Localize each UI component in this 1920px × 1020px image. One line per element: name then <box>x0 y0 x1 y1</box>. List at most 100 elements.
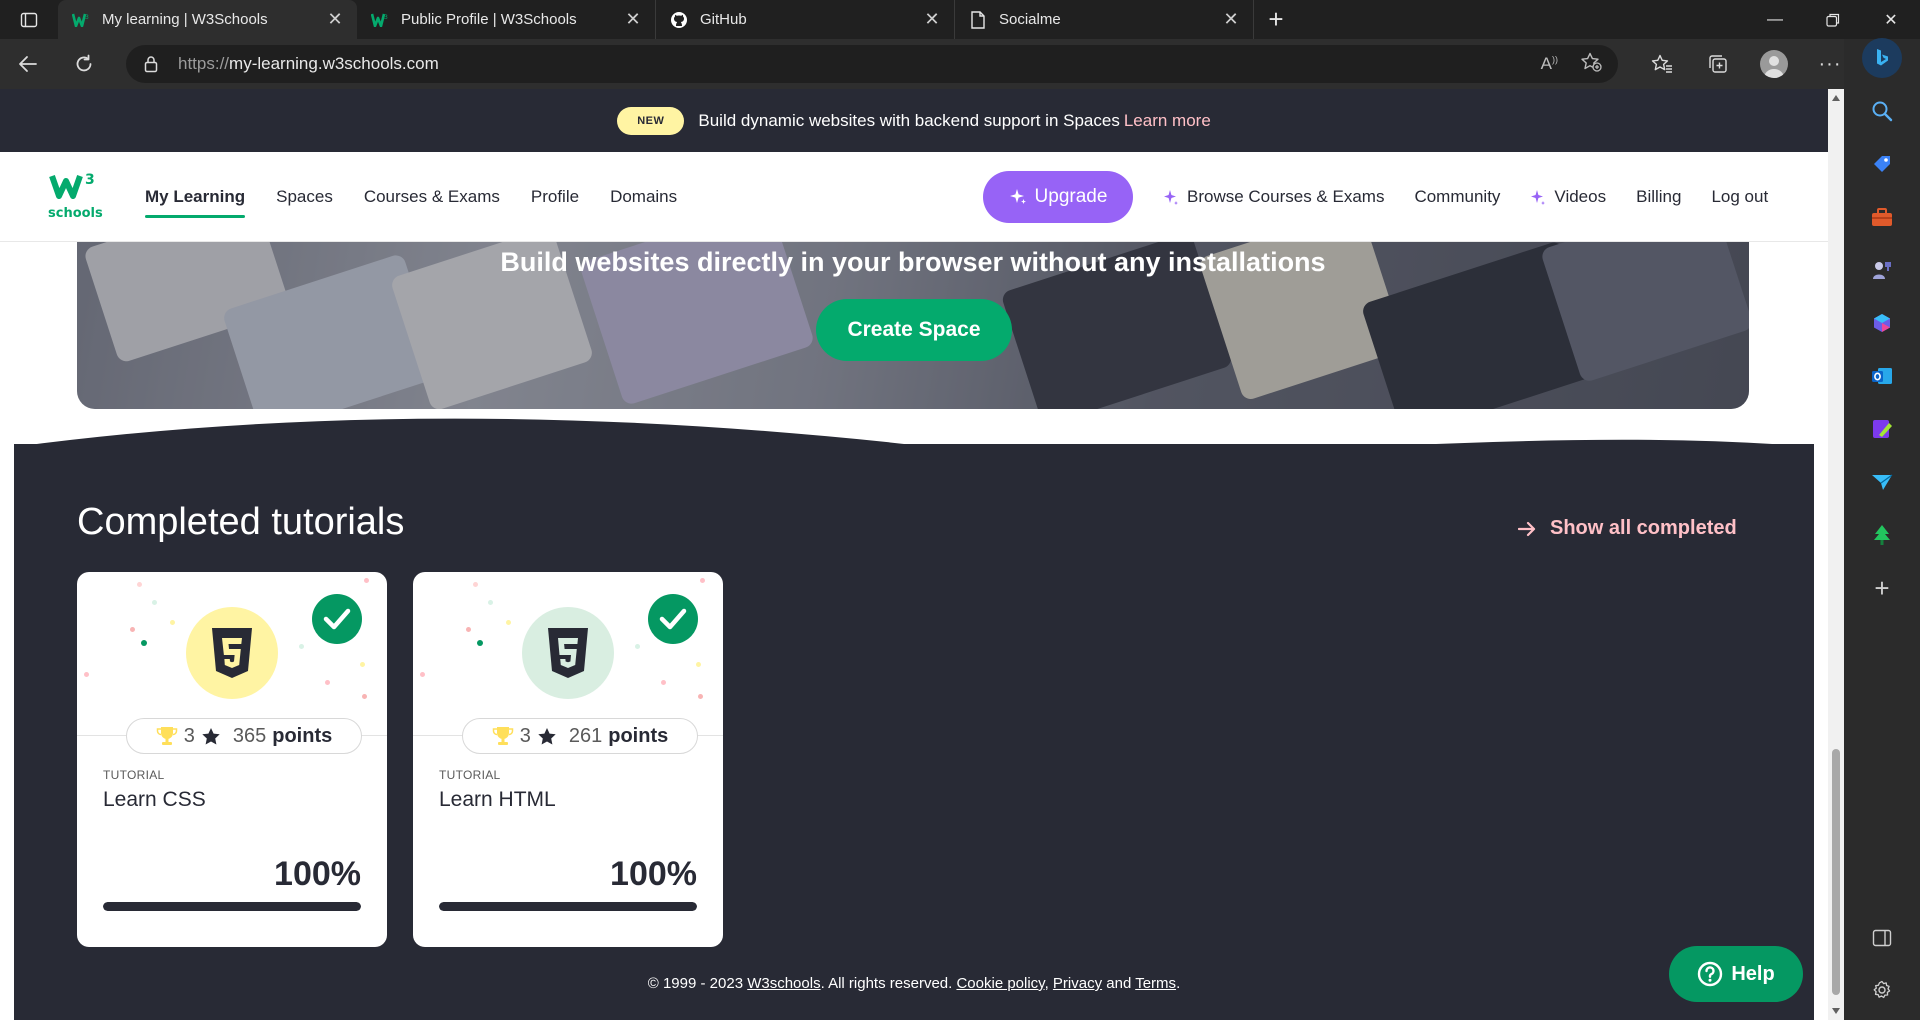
close-window-icon[interactable]: ✕ <box>1862 0 1920 39</box>
w3schools-icon: 3 <box>371 11 389 29</box>
card-type-label: TUTORIAL <box>103 768 165 782</box>
rights-text: . All rights reserved. <box>820 975 953 992</box>
points-label: points <box>272 724 333 747</box>
close-tab-icon[interactable]: ✕ <box>623 9 643 30</box>
tools-icon[interactable] <box>1862 197 1902 237</box>
confetti-dot <box>364 578 369 583</box>
tutorial-card-css[interactable]: 3 365 points TUTORIAL Learn CSS 100% <box>77 572 387 947</box>
tutorial-name: Learn HTML <box>439 788 556 811</box>
help-button[interactable]: Help <box>1669 946 1803 1002</box>
settings-gear-icon[interactable] <box>1864 972 1900 1008</box>
collections-icon[interactable] <box>1690 39 1746 89</box>
show-all-completed-link[interactable]: Show all completed <box>1518 517 1737 540</box>
cookie-policy-link[interactable]: Cookie policy <box>956 975 1044 992</box>
confetti-dot <box>137 582 142 587</box>
minimize-icon[interactable]: — <box>1746 0 1804 39</box>
nav-courses-exams[interactable]: Courses & Exams <box>364 152 500 242</box>
add-favorite-icon[interactable] <box>1580 52 1602 77</box>
browser-right-tools: ··· <box>1634 39 1858 89</box>
trophy-count: 3 <box>183 724 195 747</box>
favorites-icon[interactable] <box>1634 39 1690 89</box>
upgrade-button[interactable]: Upgrade <box>983 171 1133 223</box>
privacy-link[interactable]: Privacy <box>1053 975 1102 992</box>
logo-superscript: 3 <box>85 172 95 188</box>
games-icon[interactable] <box>1862 250 1902 290</box>
arrow-right-icon <box>1518 521 1536 536</box>
trophy-icon <box>156 727 177 745</box>
close-tab-icon[interactable]: ✕ <box>1221 9 1241 30</box>
badge-circle <box>186 607 278 699</box>
w3schools-logo[interactable]: 3 schools <box>48 170 104 224</box>
browser-tab-public-profile[interactable]: 3 Public Profile | W3Schools ✕ <box>357 0 656 39</box>
confetti-dot <box>325 680 330 685</box>
send-icon[interactable] <box>1862 462 1902 502</box>
completed-check-icon <box>312 594 362 644</box>
learn-more-link[interactable]: Learn more <box>1124 111 1211 131</box>
trophy-icon <box>492 727 513 745</box>
confetti-dot <box>362 694 367 699</box>
bing-icon[interactable] <box>1862 38 1902 78</box>
browser-tab-my-learning[interactable]: 3 My learning | W3Schools ✕ <box>58 0 357 39</box>
scrollbar-thumb[interactable] <box>1832 749 1840 995</box>
restore-icon[interactable] <box>1804 0 1862 39</box>
tree-icon[interactable] <box>1862 515 1902 555</box>
browser-tab-socialme[interactable]: Socialme ✕ <box>955 0 1254 39</box>
outlook-icon[interactable] <box>1862 356 1902 396</box>
svg-text:3: 3 <box>85 14 89 21</box>
confetti-dot <box>170 620 175 625</box>
confetti-dot <box>477 640 483 646</box>
terms-link[interactable]: Terms <box>1135 975 1176 992</box>
close-tab-icon[interactable]: ✕ <box>325 9 345 30</box>
browser-tab-github[interactable]: GitHub ✕ <box>656 0 955 39</box>
nav-my-learning[interactable]: My Learning <box>145 152 246 242</box>
scroll-up-icon[interactable] <box>1832 95 1840 101</box>
confetti-dot <box>635 644 640 649</box>
nav-community[interactable]: Community <box>1414 152 1500 242</box>
confetti-dot <box>488 600 493 605</box>
read-aloud-icon[interactable]: A)) <box>1541 54 1558 74</box>
badge-circle <box>522 607 614 699</box>
avatar <box>1760 50 1788 78</box>
spaces-banner-title: Build websites directly in your browser … <box>500 247 1326 277</box>
completed-tutorials-heading: Completed tutorials <box>77 501 405 543</box>
add-sidebar-app-icon[interactable]: + <box>1862 568 1902 608</box>
logo-wordmark: schools <box>48 206 103 221</box>
nav-domains[interactable]: Domains <box>610 152 677 242</box>
points-value: 365 <box>232 724 267 747</box>
nav-profile[interactable]: Profile <box>531 152 579 242</box>
nav-videos[interactable]: Videos <box>1530 152 1606 242</box>
back-icon[interactable] <box>0 39 56 89</box>
browser-tab-strip: 3 My learning | W3Schools ✕ 3 Public Pro… <box>0 0 1920 39</box>
w3schools-footer-link[interactable]: W3schools <box>747 975 820 992</box>
refresh-icon[interactable] <box>56 39 112 89</box>
nav-log-out[interactable]: Log out <box>1711 152 1768 242</box>
confetti-dot <box>696 662 701 667</box>
footer-comma: , <box>1044 975 1049 992</box>
profile-avatar[interactable] <box>1746 39 1802 89</box>
lock-icon[interactable] <box>144 55 164 73</box>
copilot-icon[interactable] <box>1862 303 1902 343</box>
points-label: points <box>608 724 669 747</box>
progress-bar-fill <box>439 902 697 911</box>
designer-icon[interactable] <box>1862 409 1902 449</box>
confetti-dot <box>152 600 157 605</box>
confetti-dot <box>130 627 135 632</box>
sparkle-icon <box>1164 190 1178 205</box>
nav-spaces[interactable]: Spaces <box>276 152 333 242</box>
tab-actions-icon[interactable] <box>0 0 58 39</box>
nav-browse-courses[interactable]: Browse Courses & Exams <box>1163 152 1384 242</box>
search-icon[interactable] <box>1862 91 1902 131</box>
page-scrollbar[interactable] <box>1828 89 1844 1020</box>
shopping-tag-icon[interactable] <box>1862 144 1902 184</box>
confetti-dot <box>700 578 705 583</box>
close-tab-icon[interactable]: ✕ <box>922 9 942 30</box>
address-bar[interactable]: https:// my-learning.w3schools.com A)) <box>126 45 1618 83</box>
create-space-button[interactable]: Create Space <box>816 299 1012 361</box>
scroll-down-icon[interactable] <box>1832 1008 1840 1014</box>
tutorial-card-html[interactable]: 3 261 points TUTORIAL Learn HTML 100% <box>413 572 723 947</box>
new-tab-icon[interactable]: + <box>1254 0 1298 39</box>
split-screen-icon[interactable] <box>1864 920 1900 956</box>
edge-sidebar: + <box>1844 38 1920 1020</box>
nav-billing[interactable]: Billing <box>1636 152 1681 242</box>
tutorial-name: Learn CSS <box>103 788 206 811</box>
